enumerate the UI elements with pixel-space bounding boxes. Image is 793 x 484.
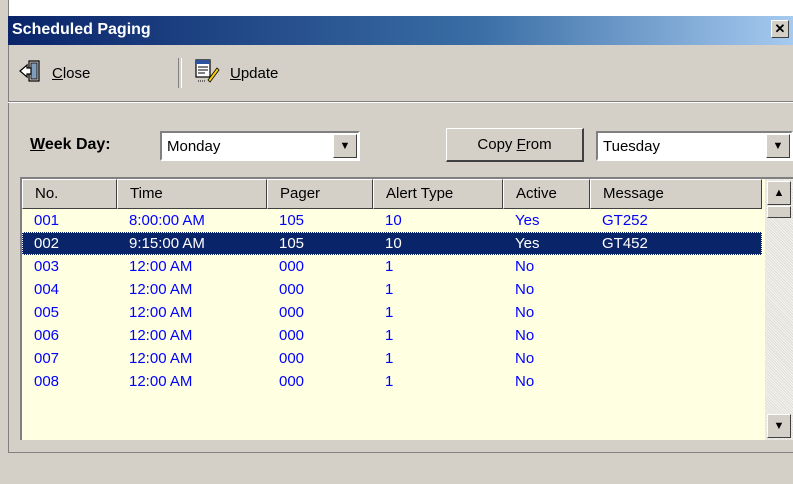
table-row[interactable]: 006 12:00 AM 000 1 No — [22, 324, 762, 347]
table-cell: 000 — [279, 281, 305, 298]
table-cell: 001 — [34, 212, 60, 229]
top-edge — [0, 0, 793, 16]
table-cell: GT452 — [602, 235, 648, 252]
table-cell: No — [515, 350, 535, 367]
window-close-button[interactable]: ✕ — [771, 20, 789, 38]
table-cell: 12:00 AM — [129, 304, 193, 321]
table-row[interactable]: 004 12:00 AM 000 1 No — [22, 278, 762, 301]
weekday-select-value: Monday — [167, 138, 221, 155]
column-header[interactable]: No. — [22, 179, 117, 209]
copy-target-select[interactable]: Tuesday ▼ — [596, 131, 793, 161]
status-bar — [8, 452, 793, 484]
chevron-down-icon: ▼ — [339, 140, 351, 152]
table-cell: 000 — [279, 304, 305, 321]
scroll-up-button[interactable]: ▲ — [767, 181, 791, 205]
column-header[interactable]: Time — [117, 179, 267, 209]
table-cell: 12:00 AM — [129, 350, 193, 367]
table-row[interactable]: 005 12:00 AM 000 1 No — [22, 301, 762, 324]
table-cell: No — [515, 281, 535, 298]
table-row[interactable]: 008 12:00 AM 000 1 No — [22, 370, 762, 393]
update-button-label: Update — [230, 64, 279, 82]
exit-door-icon — [18, 59, 42, 87]
table-cell: 105 — [279, 235, 305, 252]
table-cell: 1 — [385, 258, 394, 275]
copy-from-button[interactable]: Copy From — [446, 128, 584, 162]
table-cell: 12:00 AM — [129, 373, 193, 390]
table-row[interactable]: 003 12:00 AM 000 1 No — [22, 255, 762, 278]
edit-document-icon — [194, 58, 220, 88]
table-cell: 000 — [279, 327, 305, 344]
column-header[interactable]: Message — [590, 179, 762, 209]
title-bar: Scheduled Paging ✕ — [8, 16, 793, 45]
table-cell: No — [515, 258, 535, 275]
table-cell: 105 — [279, 212, 305, 229]
vertical-scrollbar[interactable]: ▲ ▼ — [765, 179, 793, 440]
table-cell: 003 — [34, 258, 60, 275]
table-cell: 10 — [385, 235, 402, 252]
chevron-down-icon: ▼ — [772, 140, 784, 152]
table-cell: 006 — [34, 327, 60, 344]
table-cell: 000 — [279, 258, 305, 275]
weekday-select[interactable]: Monday ▼ — [160, 131, 360, 161]
arrow-up-icon: ▲ — [773, 187, 785, 199]
table-cell: 12:00 AM — [129, 327, 193, 344]
copy-from-button-label: Copy From — [477, 136, 552, 153]
table-cell: No — [515, 304, 535, 321]
table-cell: Yes — [515, 212, 540, 229]
schedule-grid[interactable]: No. Time Pager Alert Type Active Message 001 8… — [20, 177, 793, 440]
copy-target-value: Tuesday — [603, 138, 660, 155]
table-cell: No — [515, 373, 535, 390]
column-header[interactable]: Active — [503, 179, 590, 209]
table-cell: 1 — [385, 373, 394, 390]
close-button[interactable]: Close — [18, 60, 90, 86]
table-cell: 1 — [385, 281, 394, 298]
table-cell: 000 — [279, 350, 305, 367]
close-button-label: Close — [52, 64, 91, 82]
weekday-label: Week Day: — [30, 136, 111, 153]
scroll-thumb[interactable] — [767, 206, 791, 218]
toolbar: Close Update — [8, 48, 793, 98]
copy-target-dropdown-button[interactable]: ▼ — [766, 134, 790, 158]
table-cell: 12:00 AM — [129, 281, 193, 298]
scroll-down-button[interactable]: ▼ — [767, 414, 791, 438]
grid-rows: 001 8:00:00 AM 105 10 Yes GT252 002 9:15:00 AM 1… — [22, 209, 762, 393]
table-cell: 007 — [34, 350, 60, 367]
table-cell: 1 — [385, 304, 394, 321]
weekday-dropdown-button[interactable]: ▼ — [333, 134, 357, 158]
column-header[interactable]: Pager — [267, 179, 373, 209]
table-cell: 1 — [385, 327, 394, 344]
table-cell: 10 — [385, 212, 402, 229]
table-row[interactable]: 007 12:00 AM 000 1 No — [22, 347, 762, 370]
table-row[interactable]: 001 8:00:00 AM 105 10 Yes GT252 — [22, 209, 762, 232]
toolbar-separator — [178, 58, 182, 88]
table-row[interactable]: 002 9:15:00 AM 105 10 Yes GT452 — [22, 232, 762, 255]
table-cell: No — [515, 327, 535, 344]
update-button[interactable]: Update — [194, 58, 279, 88]
arrow-down-icon: ▼ — [773, 420, 785, 432]
table-cell: 008 — [34, 373, 60, 390]
table-cell: GT252 — [602, 212, 648, 229]
table-cell: 002 — [34, 235, 60, 252]
table-cell: 9:15:00 AM — [129, 235, 205, 252]
table-cell: 005 — [34, 304, 60, 321]
window-title: Scheduled Paging — [12, 21, 151, 38]
table-cell: 12:00 AM — [129, 258, 193, 275]
toolbar-divider — [8, 101, 793, 103]
grid-header: No. Time Pager Alert Type Active Message — [22, 179, 762, 209]
table-cell: 1 — [385, 350, 394, 367]
table-cell: 004 — [34, 281, 60, 298]
table-cell: 8:00:00 AM — [129, 212, 205, 229]
table-cell: Yes — [515, 235, 540, 252]
close-icon: ✕ — [774, 21, 786, 36]
table-cell: 000 — [279, 373, 305, 390]
column-header[interactable]: Alert Type — [373, 179, 503, 209]
